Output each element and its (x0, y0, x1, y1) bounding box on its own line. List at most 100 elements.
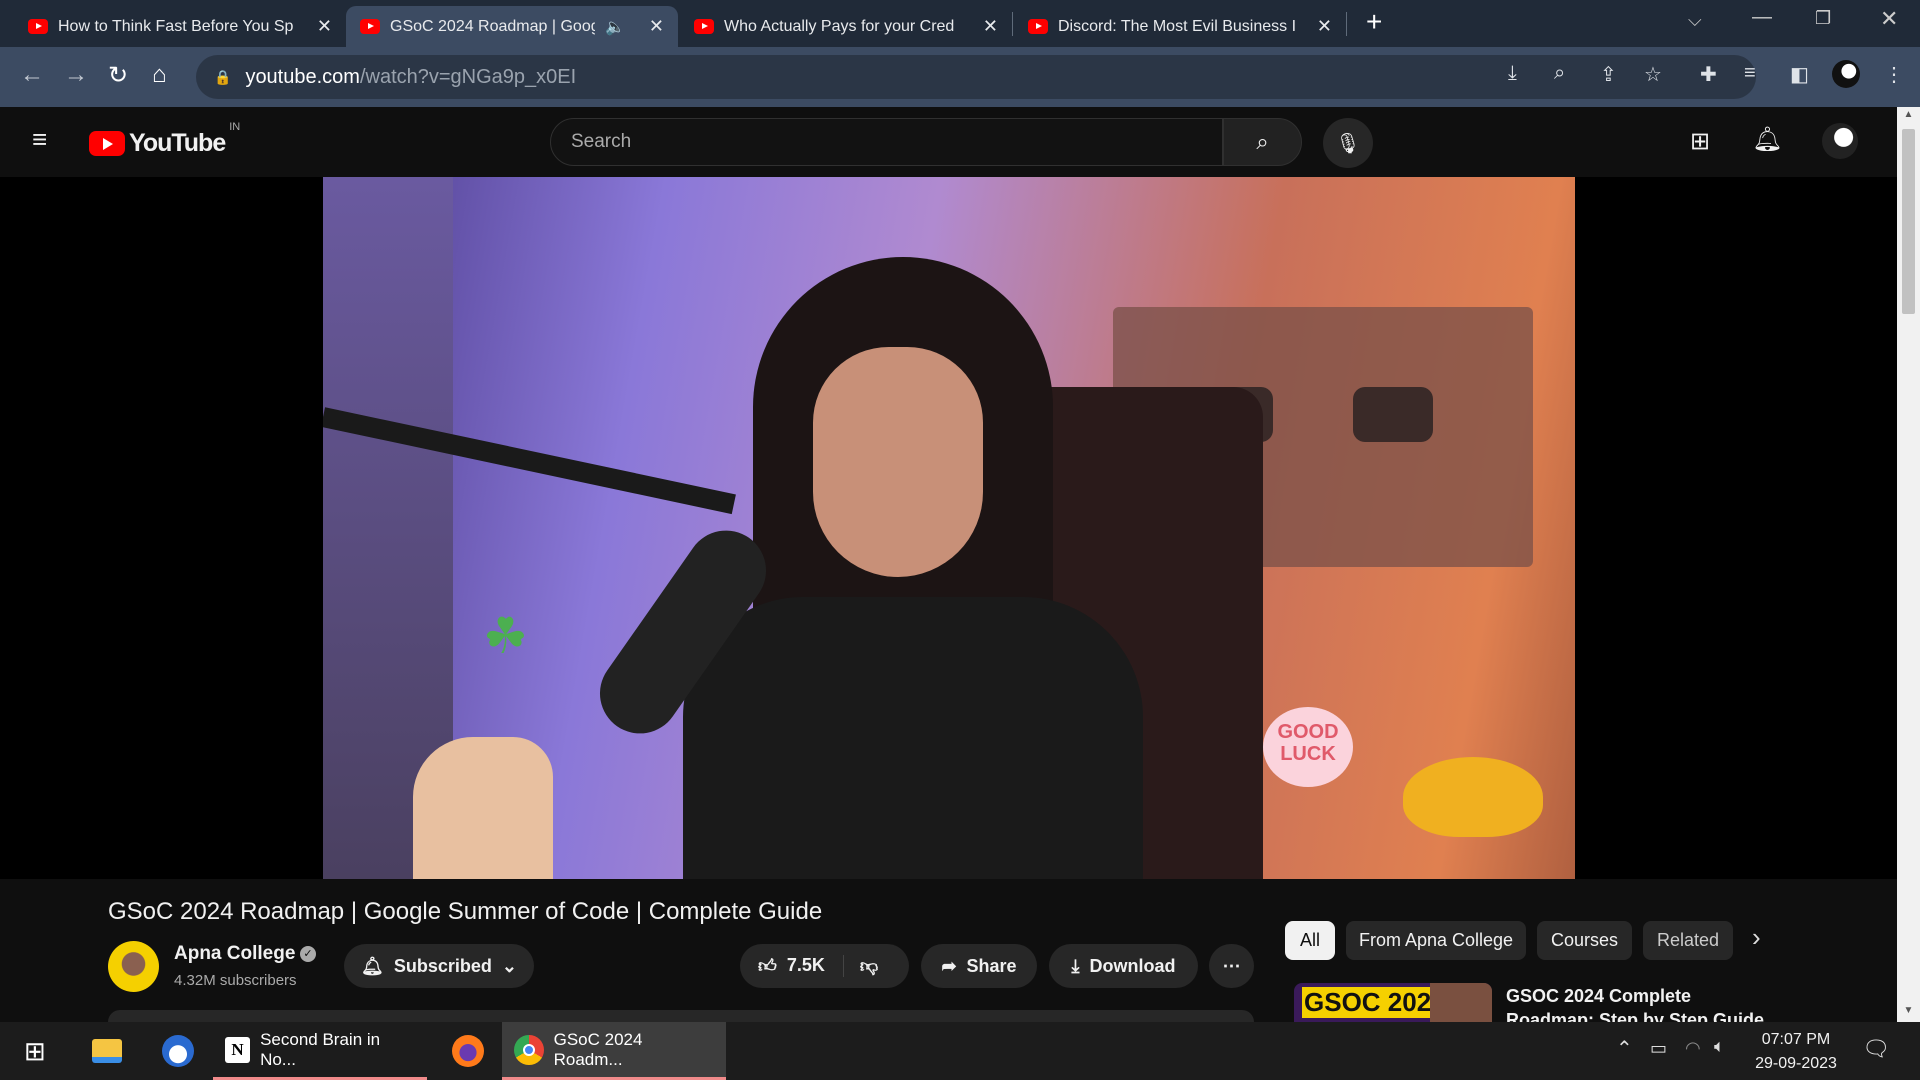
tab-gsoc-roadmap[interactable]: GSoC 2024 Roadmap | Goog 🔈 ✕ (346, 6, 678, 47)
media-controls-icon[interactable]: ≡ (1744, 62, 1756, 85)
more-horizontal-icon: ⋯ (1222, 955, 1241, 976)
chip-related[interactable]: Related (1643, 921, 1733, 960)
chrome-icon (514, 1034, 544, 1065)
start-button[interactable]: ⊞ (12, 1022, 58, 1080)
youtube-favicon-icon (1028, 19, 1048, 34)
thunderbird-button[interactable] (150, 1022, 206, 1080)
restore-button[interactable]: ❐ (1815, 8, 1831, 29)
voice-search-button[interactable]: 🎙︎ (1323, 118, 1373, 168)
tab-divider (1012, 12, 1013, 36)
wifi-icon[interactable]: ◠ (1685, 1038, 1701, 1059)
verified-badge-icon: ✓ (300, 946, 316, 962)
subscribed-button[interactable]: 🔔︎ Subscribed ⌄ (344, 944, 534, 988)
channel-name[interactable]: Apna College (174, 943, 295, 965)
windows-taskbar: ⊞ N Second Brain in No... GSoC 2024 Roadm… (0, 1022, 1920, 1080)
scroll-up-icon[interactable]: ▲ (1897, 109, 1920, 120)
firefox-button[interactable] (440, 1022, 496, 1080)
minimize-button[interactable]: — (1752, 6, 1772, 29)
folder-icon (92, 1039, 122, 1063)
download-icon: ⤓ (1071, 955, 1080, 976)
chip-courses[interactable]: Courses (1537, 921, 1632, 960)
youtube-play-logo-icon (89, 131, 125, 156)
browser-tab-bar: How to Think Fast Before You Sp ✕ GSoC 20… (0, 0, 1920, 47)
thumbs-down-icon: 👎︎ (859, 956, 879, 976)
tab-search-chevron-icon[interactable]: ⌵ (1688, 10, 1702, 31)
youtube-favicon-icon (694, 19, 714, 34)
chip-from-apna-college[interactable]: From Apna College (1346, 921, 1526, 960)
tab-discord[interactable]: Discord: The Most Evil Business I ✕ (1014, 6, 1346, 47)
address-bar[interactable]: 🔒 youtube.com/watch?v=gNGa9p_x0EI (196, 55, 1756, 99)
new-tab-button[interactable]: + (1366, 6, 1382, 38)
speaker-icon[interactable]: 🔈 (605, 17, 625, 37)
page-scrollbar[interactable]: ▲ ▼ (1897, 107, 1920, 1022)
browser-menu-icon[interactable]: ⋮ (1884, 62, 1904, 87)
download-button[interactable]: ⤓ Download (1049, 944, 1198, 988)
forward-icon[interactable]: → (64, 61, 88, 89)
account-avatar[interactable] (1822, 123, 1858, 159)
notification-center-icon[interactable]: 🗨︎ (1862, 1036, 1890, 1062)
video-frame[interactable]: GOOD LUCK ☘ (323, 177, 1575, 879)
magic-lamp (1403, 757, 1543, 837)
recommendation-thumbnail[interactable]: GSOC 2024 (1294, 983, 1492, 1022)
thunderbird-icon (162, 1035, 194, 1067)
search-button[interactable]: ⌕ (1223, 118, 1302, 166)
volume-icon[interactable]: 🔈︎ (1714, 1036, 1725, 1057)
close-tab-icon[interactable]: ✕ (317, 16, 332, 37)
microphone-icon: 🎙︎ (1335, 132, 1361, 155)
scrollbar-thumb[interactable] (1902, 129, 1915, 314)
reload-icon[interactable]: ↻ (108, 61, 128, 90)
extensions-icon[interactable]: ✚ (1700, 62, 1717, 87)
search-input[interactable]: Search (550, 118, 1223, 166)
channel-avatar[interactable] (108, 941, 159, 992)
dislike-button[interactable]: 👎︎ (844, 955, 894, 977)
bookmark-star-icon[interactable]: ☆ (1644, 62, 1662, 87)
taskbar-notion[interactable]: N Second Brain in No... (213, 1022, 427, 1080)
thumbs-up-icon: 👍︎ (758, 956, 777, 976)
zoom-icon[interactable]: ⌕ (1554, 62, 1565, 85)
chevron-down-icon: ⌄ (501, 955, 517, 976)
hamburger-menu-icon[interactable]: ≡ (32, 126, 47, 152)
home-icon[interactable]: ⌂ (152, 61, 167, 89)
notion-icon: N (225, 1036, 251, 1063)
close-window-button[interactable]: ✕ (1880, 6, 1898, 32)
hand-with-clover (413, 737, 553, 879)
scroll-down-icon[interactable]: ▼ (1897, 1005, 1920, 1016)
recommendation-title[interactable]: GSOC 2024 Complete (1506, 986, 1691, 1007)
person-shirt (683, 597, 1143, 879)
youtube-favicon-icon (360, 19, 380, 34)
side-panel-icon[interactable]: ◧ (1790, 62, 1809, 87)
close-tab-icon[interactable]: ✕ (649, 16, 664, 37)
profile-avatar[interactable] (1832, 60, 1860, 88)
notifications-bell-icon[interactable]: 🔔︎ (1752, 125, 1782, 154)
tab-how-to-think-fast[interactable]: How to Think Fast Before You Sp ✕ (14, 6, 346, 47)
file-explorer-button[interactable] (80, 1022, 134, 1080)
show-hidden-icons-chevron[interactable]: ⌃ (1616, 1036, 1633, 1061)
youtube-logo[interactable]: YouTube IN (89, 121, 240, 158)
play-plaque-icon (1353, 387, 1433, 442)
more-actions-button[interactable]: ⋯ (1209, 944, 1254, 988)
taskbar-chrome-gsoc[interactable]: GSoC 2024 Roadm... (502, 1022, 726, 1080)
like-dislike-group: 👍︎ 7.5K 👎︎ (740, 944, 909, 988)
share-page-icon[interactable]: ⇪ (1600, 62, 1617, 87)
battery-icon[interactable]: ▭ (1650, 1038, 1667, 1059)
share-arrow-icon: ➦ (941, 955, 957, 976)
clock-date: 29-09-2023 (1755, 1055, 1837, 1072)
close-tab-icon[interactable]: ✕ (1317, 16, 1332, 37)
clock-time: 07:07 PM (1761, 1031, 1831, 1048)
good-luck-bubble: GOOD LUCK (1263, 707, 1353, 787)
bell-icon: 🔔︎ (361, 955, 384, 976)
chip-all[interactable]: All (1285, 921, 1335, 960)
video-title: GSoC 2024 Roadmap | Google Summer of Cod… (108, 898, 823, 925)
like-button[interactable]: 👍︎ 7.5K (740, 955, 844, 977)
close-tab-icon[interactable]: ✕ (983, 16, 998, 37)
recommendation-title-2[interactable]: Roadmap: Step by Step Guide (1506, 1010, 1764, 1022)
install-app-icon[interactable]: ⤓ (1508, 62, 1517, 85)
create-video-icon[interactable]: ⊞ (1690, 127, 1710, 156)
chips-next-chevron-icon[interactable]: › (1752, 922, 1761, 953)
back-icon[interactable]: ← (20, 61, 44, 89)
thumbnail-person (1430, 983, 1492, 1022)
clock[interactable]: 07:07 PM 29-09-2023 (1752, 1028, 1840, 1076)
tab-who-pays[interactable]: Who Actually Pays for your Cred ✕ (680, 6, 1012, 47)
share-button[interactable]: ➦ Share (921, 944, 1037, 988)
windows-logo-icon: ⊞ (24, 1035, 46, 1066)
